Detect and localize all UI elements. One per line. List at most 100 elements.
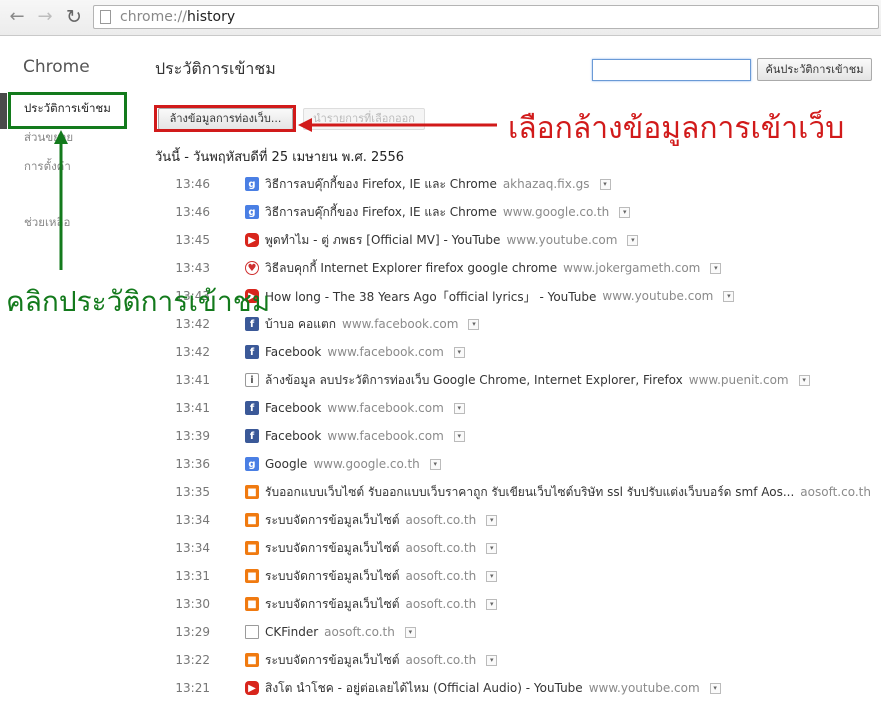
entry-domain: www.puenit.com [688, 373, 789, 387]
url-text[interactable]: chrome://history [120, 9, 235, 25]
entry-domain: aosoft.co.th [405, 569, 477, 583]
entry-menu-dropdown-icon[interactable]: ▾ [404, 626, 416, 638]
entry-domain: www.facebook.com [327, 401, 444, 415]
facebook-favicon-icon: f [245, 401, 259, 415]
entry-title-link[interactable]: Google [265, 457, 307, 471]
entry-title-link[interactable]: How long - The 38 Years Ago「official lyr… [265, 288, 596, 305]
doc-favicon-icon [245, 625, 259, 639]
sidebar-item-extensions[interactable]: ส่วนขยาย [24, 129, 73, 147]
entry-title-link[interactable]: พูดทำไม - ตู่ ภพธร [Official MV] - YouTu… [265, 231, 500, 250]
history-entry: 13:36 g Google www.google.co.th ▾ [155, 453, 441, 475]
entry-menu-dropdown-icon[interactable]: ▾ [486, 598, 498, 610]
page-title: ประวัติการเข้าชม [155, 59, 276, 78]
entry-menu-dropdown-icon[interactable]: ▾ [627, 234, 639, 246]
entry-domain: aosoft.co.th [405, 597, 477, 611]
sidebar-selection-edge [0, 93, 7, 129]
aosoft-favicon-icon: ■ [245, 541, 259, 555]
sidebar-item-help[interactable]: ช่วยเหลือ [24, 214, 70, 232]
address-bar[interactable]: chrome://history [93, 5, 879, 29]
entry-time: 13:45 [175, 233, 210, 247]
entry-domain: www.google.co.th [502, 205, 610, 219]
entry-menu-dropdown-icon[interactable]: ▾ [599, 178, 611, 190]
history-entry: 13:46 g วิธีการลบคุ๊กกี้ของ Firefox, IE แล… [155, 173, 611, 195]
entry-menu-dropdown-icon[interactable]: ▾ [710, 262, 722, 274]
entry-title-link[interactable]: วิธีการลบคุ๊กกี้ของ Firefox, IE และ Chro… [265, 175, 497, 194]
entry-title-link[interactable]: ระบบจัดการข้อมูลเว็บไซต์ [265, 539, 400, 558]
entry-time: 13:46 [175, 177, 210, 191]
entry-menu-dropdown-icon[interactable]: ▾ [453, 346, 465, 358]
history-entry: 13:39 f Facebook www.facebook.com ▾ [155, 425, 465, 447]
entry-title-link[interactable]: วิธีการลบคุ๊กกี้ของ Firefox, IE และ Chro… [265, 203, 497, 222]
entry-menu-dropdown-icon[interactable]: ▾ [798, 374, 810, 386]
aosoft-favicon-icon: ■ [245, 513, 259, 527]
entry-time: 13:30 [175, 597, 210, 611]
browser-toolbar: ← → ↻ chrome://history [0, 0, 881, 36]
entry-menu-dropdown-icon[interactable]: ▾ [429, 458, 441, 470]
entry-title-link[interactable]: สิงโต นำโชค - อยู่ต่อเลยได้ไหม (Official… [265, 679, 583, 698]
history-entry: 13:34 ■ ระบบจัดการข้อมูลเว็บไซต์ aosoft.co.… [155, 537, 498, 559]
history-entry: 13:29 CKFinder aosoft.co.th ▾ [155, 621, 416, 643]
highlight-box-history [8, 92, 127, 129]
history-entry: 13:42 f Facebook www.facebook.com ▾ [155, 341, 465, 363]
history-entry: 13:41 i ล้างข้อมูล ลบประวัติการท่องเว็บ Go… [155, 369, 810, 391]
entry-domain: akhazaq.fix.gs [502, 177, 590, 191]
annotation-clear-data: เลือกล้างข้อมูลการเข้าเว็บ [508, 111, 845, 146]
entry-menu-dropdown-icon[interactable]: ▾ [486, 570, 498, 582]
entry-domain: www.jokergameth.com [563, 261, 701, 275]
search-input[interactable] [592, 59, 751, 81]
url-scheme: chrome:// [120, 9, 187, 25]
history-entry: 13:21 ▶ สิงโต นำโชค - อยู่ต่อเลยได้ไหม (Of… [155, 677, 721, 699]
entry-menu-dropdown-icon[interactable]: ▾ [468, 318, 480, 330]
entry-title-link[interactable]: ระบบจัดการข้อมูลเว็บไซต์ [265, 511, 400, 530]
entry-time: 13:39 [175, 429, 210, 443]
sidebar-brand: Chrome [23, 57, 90, 77]
entry-menu-dropdown-icon[interactable]: ▾ [453, 430, 465, 442]
youtube-favicon-icon: ▶ [245, 681, 259, 695]
entry-title-link[interactable]: ระบบจัดการข้อมูลเว็บไซต์ [265, 651, 400, 670]
entry-time: 13:22 [175, 653, 210, 667]
url-path: history [187, 9, 236, 25]
highlight-box-clear [154, 105, 296, 132]
entry-domain: aosoft.co.th [405, 653, 477, 667]
entry-time: 13:31 [175, 569, 210, 583]
entry-menu-dropdown-icon[interactable]: ▾ [709, 682, 721, 694]
entry-menu-dropdown-icon[interactable]: ▾ [486, 654, 498, 666]
joker-favicon-icon: ♥ [245, 261, 259, 275]
entry-title-link[interactable]: ระบบจัดการข้อมูลเว็บไซต์ [265, 567, 400, 586]
entry-domain: www.youtube.com [602, 289, 714, 303]
entry-time: 13:34 [175, 513, 210, 527]
history-entry: 13:35 ■ รับออกแบบเว็บไซต์ รับออกแบบเว็บราค… [155, 481, 881, 503]
history-entry: 13:31 ■ ระบบจัดการข้อมูลเว็บไซต์ aosoft.co.… [155, 565, 498, 587]
facebook-favicon-icon: f [245, 429, 259, 443]
entry-title-link[interactable]: วิธีลบคุกกี้ Internet Explorer firefox g… [265, 259, 557, 278]
entry-menu-dropdown-icon[interactable]: ▾ [486, 514, 498, 526]
search-history-button[interactable]: ค้นประวัติการเข้าชม [757, 58, 872, 81]
back-arrow-icon[interactable]: ← [6, 5, 28, 29]
entry-domain: www.google.co.th [313, 457, 420, 471]
entry-title-link[interactable]: Facebook [265, 401, 321, 415]
history-entry: 13:41 f Facebook www.facebook.com ▾ [155, 397, 465, 419]
aosoft-favicon-icon: ■ [245, 653, 259, 667]
entry-menu-dropdown-icon[interactable]: ▾ [486, 542, 498, 554]
entry-title-link[interactable]: Facebook [265, 429, 321, 443]
entry-menu-dropdown-icon[interactable]: ▾ [619, 206, 631, 218]
entry-time: 13:29 [175, 625, 210, 639]
sidebar-item-settings[interactable]: การตั้งค่า [24, 158, 71, 176]
history-entry: 13:34 ■ ระบบจัดการข้อมูลเว็บไซต์ aosoft.co.… [155, 509, 498, 531]
entry-menu-dropdown-icon[interactable]: ▾ [723, 290, 735, 302]
entry-domain: www.youtube.com [588, 681, 700, 695]
remove-selected-button: นำรายการที่เลือกออก [303, 108, 425, 130]
entry-title-link[interactable]: Facebook [265, 345, 321, 359]
entry-title-link[interactable]: ล้างข้อมูล ลบประวัติการท่องเว็บ Google C… [265, 371, 683, 390]
entry-title-link[interactable]: บ้าบอ คอแตก [265, 315, 336, 334]
entry-menu-dropdown-icon[interactable]: ▾ [453, 402, 465, 414]
youtube-favicon-icon: ▶ [245, 233, 259, 247]
aosoft-favicon-icon: ■ [245, 485, 259, 499]
entry-title-link[interactable]: รับออกแบบเว็บไซต์ รับออกแบบเว็บราคาถูก ร… [265, 483, 794, 502]
entry-time: 13:36 [175, 457, 210, 471]
entry-title-link[interactable]: ระบบจัดการข้อมูลเว็บไซต์ [265, 595, 400, 614]
entry-title-link[interactable]: CKFinder [265, 625, 318, 639]
facebook-favicon-icon: f [245, 345, 259, 359]
reload-icon[interactable]: ↻ [63, 5, 85, 29]
forward-arrow-icon[interactable]: → [34, 5, 56, 29]
